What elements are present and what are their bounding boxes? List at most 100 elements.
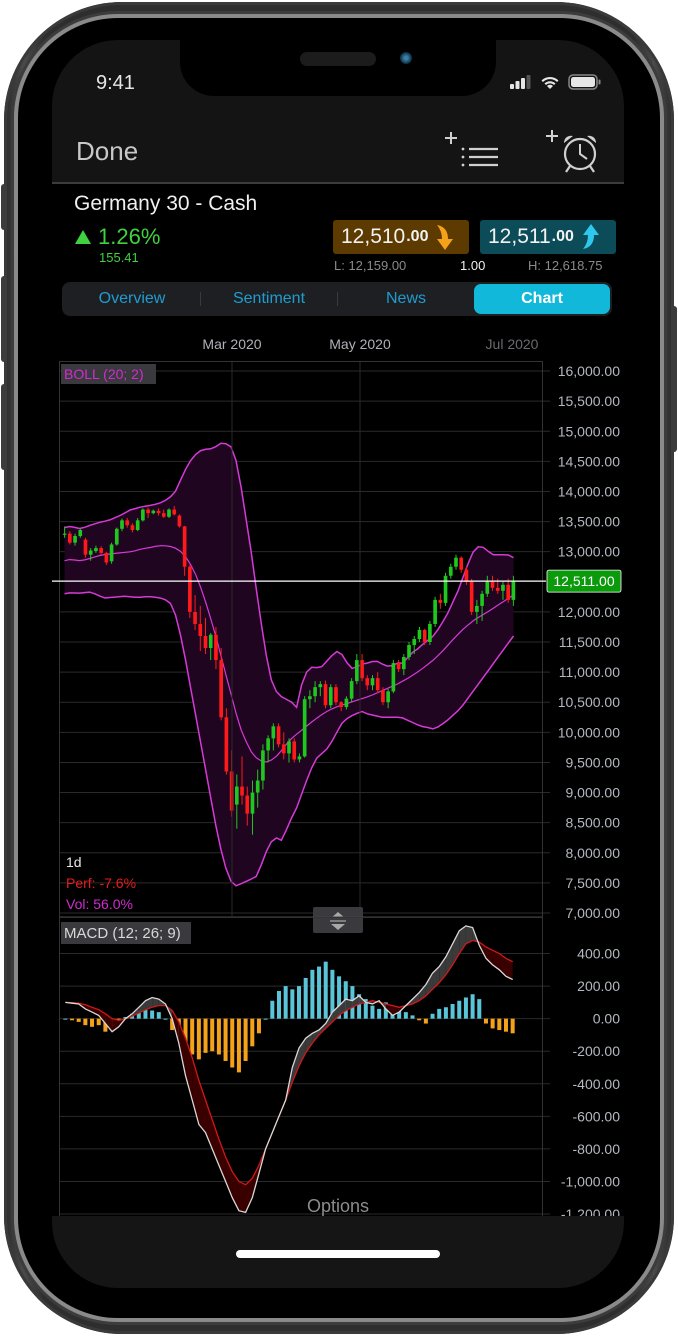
candle — [459, 556, 464, 573]
macd-histogram-bar — [210, 1018, 215, 1052]
macd-histogram-bar — [283, 986, 288, 1019]
macd-histogram-bar — [236, 1018, 241, 1073]
candle — [438, 593, 443, 609]
boll-indicator-label[interactable]: BOLL (20; 2) — [64, 366, 144, 382]
add-to-watchlist-icon[interactable] — [442, 128, 502, 174]
candle-body — [501, 584, 505, 591]
timeframe-label[interactable]: 1d — [66, 854, 82, 870]
price-y-tick-label: 14,000.00 — [558, 483, 620, 499]
daily-change-points: 155.41 — [99, 250, 139, 265]
candle-body — [94, 548, 98, 552]
candle-body — [182, 526, 187, 567]
x-tick-label: Jul 2020 — [486, 336, 539, 352]
tab-sentiment[interactable]: Sentiment — [201, 284, 337, 314]
price-y-tick-label: 16,000.00 — [558, 363, 620, 379]
candle — [328, 684, 333, 709]
candle — [224, 708, 229, 775]
macd-indicator-label[interactable]: MACD (12; 26; 9) — [64, 925, 181, 942]
candle-body — [469, 581, 474, 612]
panel-resize-handle[interactable] — [313, 907, 363, 933]
macd-histogram-bar — [150, 1010, 155, 1019]
tab-bar: Overview Sentiment News Chart — [62, 282, 612, 316]
candle-body — [433, 599, 437, 624]
spread: 1.00 — [460, 258, 486, 273]
candle — [188, 564, 192, 618]
options-button[interactable]: Options — [307, 1196, 369, 1216]
macd-histogram-bar — [317, 966, 322, 1019]
macd-histogram-bar — [483, 1018, 488, 1024]
status-bar: 9:41 — [52, 40, 624, 128]
navigation-bar: Done — [52, 128, 624, 184]
macd-histogram-bar — [477, 999, 482, 1019]
candle — [417, 626, 422, 643]
home-indicator[interactable] — [236, 1250, 440, 1258]
candle-body — [214, 634, 218, 661]
candle-body — [276, 726, 281, 745]
chart-area[interactable]: Mar 2020 May 2020 Jul 2020 16,000.00 15,5… — [52, 324, 624, 1224]
candle-body — [156, 510, 161, 514]
candle-body — [240, 786, 244, 796]
status-time: 9:41 — [96, 72, 135, 94]
candle-body — [422, 629, 427, 643]
macd-y-tick-label: -800.00 — [573, 1141, 621, 1157]
candle-body — [146, 509, 150, 514]
candle-body — [271, 726, 276, 739]
macd-histogram-bar — [510, 1018, 515, 1034]
macd-histogram-bar — [457, 1000, 462, 1019]
candle-body — [255, 780, 260, 793]
candle — [355, 654, 359, 685]
price-y-tick-label: 15,500.00 — [558, 393, 620, 409]
buy-button[interactable]: 12,511.00 — [480, 220, 616, 254]
candle-body — [250, 792, 255, 814]
candle-body — [490, 581, 495, 588]
done-button[interactable]: Done — [76, 136, 138, 167]
macd-histogram-bar — [463, 997, 468, 1019]
candle-body — [485, 581, 490, 594]
down-arrow-icon — [437, 225, 454, 250]
candle-body — [313, 687, 317, 697]
tab-news[interactable]: News — [338, 284, 474, 314]
candle-body — [188, 566, 192, 612]
candle-body — [480, 593, 484, 606]
candle-body — [266, 738, 270, 751]
buy-price-decimals: .00 — [551, 228, 574, 245]
candle-body — [120, 520, 124, 529]
candle-body — [141, 509, 145, 521]
candle-body — [328, 687, 333, 706]
macd-histogram-bar — [163, 1018, 168, 1020]
candle-body — [448, 566, 453, 576]
candle — [323, 680, 328, 709]
tab-overview[interactable]: Overview — [64, 284, 200, 314]
candle-body — [281, 744, 286, 754]
candle-body — [396, 663, 401, 670]
macd-histogram-bar — [443, 1007, 448, 1019]
chart-svg[interactable]: Mar 2020 May 2020 Jul 2020 16,000.00 15,5… — [52, 324, 624, 1224]
price-y-tick-label: 9,500.00 — [566, 754, 621, 770]
candle — [141, 508, 145, 522]
add-alert-clock-icon[interactable] — [542, 126, 604, 176]
macd-histogram-bar — [63, 1018, 68, 1020]
sell-button[interactable]: 12,510.00 — [333, 220, 469, 254]
candle — [443, 572, 448, 606]
volume-down-button — [1, 384, 7, 470]
current-price-tag: 12,511.00 — [546, 569, 622, 593]
speaker-grille — [300, 52, 376, 66]
candle-body — [104, 552, 109, 563]
candle-body — [386, 691, 390, 703]
candle-body — [198, 623, 203, 636]
candle-body — [177, 515, 182, 527]
candle-body — [370, 678, 375, 686]
candle — [428, 620, 432, 646]
candle-body — [381, 690, 385, 703]
price-y-tick-label: 10,000.00 — [558, 724, 620, 740]
tab-chart[interactable]: Chart — [474, 284, 610, 314]
candle-body — [135, 520, 140, 531]
candle-body — [417, 629, 422, 639]
price-y-axis: 16,000.00 15,500.00 15,000.00 14,500.00 14,0… — [558, 363, 621, 921]
candle-body — [297, 756, 302, 760]
candle-body — [443, 575, 448, 603]
macd-histogram-bar — [303, 977, 308, 1019]
screen: 9:41 Done Germany 30 - Cash 1.26% 155.41… — [52, 40, 624, 1288]
price-y-tick-label: 13,000.00 — [558, 544, 620, 560]
candle-body — [114, 528, 119, 545]
